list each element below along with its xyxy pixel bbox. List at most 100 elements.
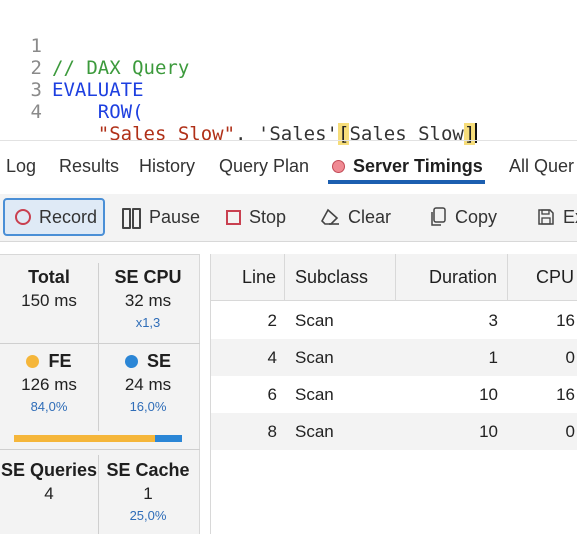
metric-se-cpu-label: SE CPU (114, 267, 182, 287)
code-string: "Sales Slow" (97, 123, 236, 145)
code-function: ROW( (97, 101, 144, 123)
server-timings-toolbar: Record Pause Stop Clear Copy Ex (0, 194, 577, 242)
cell-line: 6 (267, 385, 277, 404)
pause-label: Pause (149, 206, 201, 227)
table-header: Line Subclass Duration CPU (211, 254, 577, 301)
stop-button[interactable]: Stop (226, 198, 286, 236)
metric-fe-percent: 84,0% (30, 399, 68, 414)
copy-button[interactable]: Copy (429, 198, 497, 236)
cell-duration: 10 (479, 385, 498, 404)
active-tab-indicator (328, 180, 485, 184)
save-icon (537, 208, 555, 226)
metric-total: Total 150 ms (0, 267, 98, 311)
metric-fe-label: FE (48, 351, 72, 371)
metrics-divider (98, 455, 99, 534)
bracket-match: [ (338, 123, 350, 145)
column-header-cpu[interactable]: CPU (508, 254, 577, 301)
cell-cpu: 16 (556, 311, 575, 330)
code-line-2: 2 EVALUATE (0, 35, 144, 101)
pause-button[interactable]: Pause (121, 198, 200, 236)
code-column-ref: Sales Slow (349, 123, 464, 145)
query-editor[interactable]: 1 // DAX Query 2 EVALUATE 3 ROW( 4 "Sale… (0, 0, 577, 145)
se-bar-segment (155, 435, 182, 442)
table-row[interactable]: 2 Scan 3 16 (211, 302, 577, 339)
eraser-icon (320, 208, 340, 226)
cell-cpu: 16 (556, 385, 575, 404)
metric-se-queries-value: 4 (44, 484, 54, 503)
copy-label: Copy (455, 206, 498, 227)
metric-se-cache-label: SE Cache (106, 460, 190, 480)
server-timings-table: Line Subclass Duration CPU 2 Scan 3 16 4… (210, 254, 577, 534)
copy-icon (429, 207, 447, 227)
export-label: Ex (563, 206, 577, 227)
cell-cpu: 0 (565, 422, 575, 441)
table-row[interactable]: 8 Scan 10 0 (211, 413, 577, 450)
output-tabs: Log Results History Query Plan Server Ti… (0, 150, 577, 190)
export-button[interactable]: Ex (537, 198, 577, 236)
cell-line: 4 (267, 348, 277, 367)
metric-fe: FE 126 ms 84,0% (0, 351, 98, 414)
column-header-subclass[interactable]: Subclass (285, 254, 396, 301)
record-label: Record (39, 206, 98, 227)
code-line-4: 4 "Sales Slow". 'Sales'[Sales Slow] (0, 79, 478, 145)
code-comment: // DAX Query (52, 57, 190, 79)
code-line-3: 3 ROW( (0, 57, 144, 123)
column-header-duration[interactable]: Duration (396, 254, 508, 301)
cell-line: 2 (267, 311, 277, 330)
metric-se-queries-label: SE Queries (0, 460, 98, 480)
metrics-divider (0, 343, 200, 344)
bracket-match: ] (463, 123, 476, 145)
recording-indicator-icon (332, 160, 345, 173)
cell-subclass: Scan (295, 385, 334, 404)
tab-results[interactable]: Results (59, 156, 119, 177)
metric-se-queries: SE Queries 4 (0, 460, 98, 504)
clear-label: Clear (348, 206, 392, 227)
metric-se-cpu-value: 32 ms (124, 291, 172, 310)
code-line-1: 1 // DAX Query (0, 13, 190, 79)
tab-query-plan[interactable]: Query Plan (219, 156, 309, 177)
cell-duration: 10 (479, 422, 498, 441)
cell-cpu: 0 (565, 348, 575, 367)
fe-bar-segment (14, 435, 156, 442)
code-table-ref: . 'Sales' (235, 123, 338, 145)
metric-se-label: SE (146, 351, 171, 371)
record-button[interactable]: Record (3, 198, 105, 236)
metric-fe-value: 126 ms (21, 375, 77, 394)
metric-total-label: Total (28, 267, 70, 287)
stop-icon (226, 209, 241, 225)
tab-server-timings[interactable]: Server Timings (332, 156, 483, 177)
fe-legend-dot-icon (26, 355, 40, 368)
record-icon (15, 209, 31, 225)
tab-all-queries[interactable]: All Quer (509, 156, 574, 177)
cell-duration: 1 (488, 348, 498, 367)
column-header-line[interactable]: Line (211, 254, 285, 301)
cell-duration: 3 (488, 311, 498, 330)
tab-server-timings-label: Server Timings (353, 156, 483, 176)
cell-line: 8 (267, 422, 277, 441)
metrics-divider (98, 263, 99, 431)
tab-history[interactable]: History (139, 156, 195, 177)
cell-subclass: Scan (295, 348, 334, 367)
stop-label: Stop (249, 206, 287, 227)
table-row[interactable]: 4 Scan 1 0 (211, 339, 577, 376)
code-keyword: EVALUATE (52, 79, 144, 101)
pause-icon (121, 208, 141, 229)
metric-total-value: 150 ms (21, 291, 77, 310)
editor-divider (0, 140, 577, 141)
se-legend-dot-icon (124, 355, 138, 368)
metric-se-cache-percent: 25,0% (129, 508, 167, 523)
fe-se-ratio-bar (14, 435, 182, 442)
clear-button[interactable]: Clear (320, 198, 391, 236)
cell-subclass: Scan (295, 311, 334, 330)
metrics-divider (0, 449, 200, 450)
metric-se: SE 24 ms 16,0% (99, 351, 197, 414)
timings-summary-panel: Total 150 ms SE CPU 32 ms x1,3 FE 126 ms… (0, 254, 200, 534)
tab-log[interactable]: Log (6, 156, 36, 177)
metric-se-cache-value: 1 (143, 484, 153, 503)
metric-se-cpu: SE CPU 32 ms x1,3 (99, 267, 197, 330)
metric-se-cpu-ratio: x1,3 (135, 315, 161, 330)
metric-se-value: 24 ms (124, 375, 172, 394)
table-row[interactable]: 6 Scan 10 16 (211, 376, 577, 413)
